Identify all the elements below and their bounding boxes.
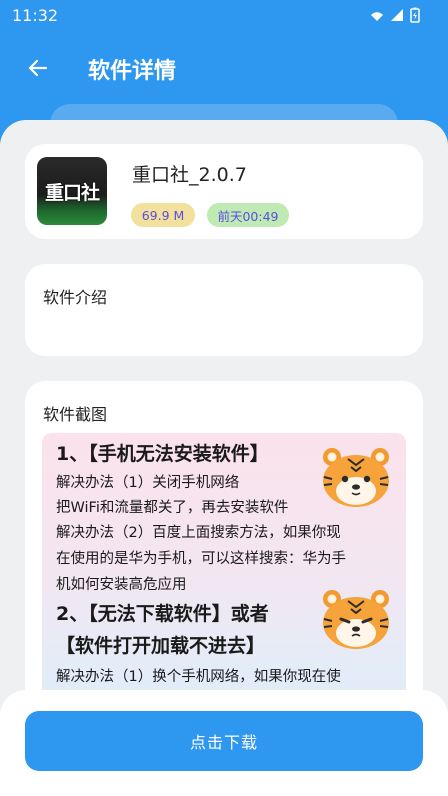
size-badge: 69.9 M (131, 203, 195, 227)
download-button[interactable]: 点击下载 (25, 711, 423, 771)
update-time-badge: 前天00:49 (207, 203, 289, 227)
screenshot-line-1: 解决办法（1）关闭手机网络 (56, 475, 240, 491)
screenshot-line-2: 把WiFi和流量都关了，再去安装软件 (56, 500, 289, 516)
status-icons (370, 7, 420, 23)
signal-icon (371, 12, 383, 21)
app-info-card: 重口社 重口社_2.0.7 69.9 M 前天00:49 (25, 144, 423, 239)
status-bar: 11:32 (0, 0, 448, 32)
screenshot-heading-3: 【软件打开加载不进去】 (56, 635, 266, 657)
app-icon: 重口社 (37, 157, 107, 225)
screenshot-line-5: 机如何安装高危应用 (56, 577, 187, 593)
screenshots-title: 软件截图 (43, 405, 108, 424)
intro-card: 软件介绍 (25, 264, 423, 356)
intro-title: 软件介绍 (43, 288, 108, 307)
status-time: 11:32 (12, 6, 59, 25)
tiger-icon (323, 590, 389, 649)
wifi-icon (391, 9, 403, 21)
arrow-left-icon (28, 59, 48, 77)
app-name: 重口社_2.0.7 (132, 164, 247, 186)
screenshot-image[interactable]: 1、【手机无法安装软件】 解决办法（1）关闭手机网络 把WiFi和流量都关了，再… (42, 433, 406, 701)
screenshot-line-4: 在使用的是华为手机，可以这样搜索：华为手 (56, 551, 346, 567)
bottom-action-bar: 点击下载 (0, 690, 448, 796)
screenshots-card: 软件截图 1、【手机无法安装软件】 解决办法（1）关闭手机网络 把WiFi和流量… (25, 381, 423, 701)
app-bar: 软件详情 (0, 40, 448, 96)
battery-icon (410, 7, 420, 23)
back-button[interactable] (22, 52, 54, 84)
screenshot-heading-1: 1、【手机无法安装软件】 (56, 443, 269, 465)
screenshot-line-3: 解决办法（2）百度上面搜索方法，如果你现 (56, 525, 341, 541)
screenshot-line-6: 解决办法（1）换个手机网络，如果你现在使 (56, 669, 341, 685)
tiger-icon (323, 448, 389, 507)
page-title: 软件详情 (88, 59, 177, 84)
screenshot-heading-2: 2、【无法下载软件】或者 (56, 603, 269, 625)
app-icon-logo: 重口社 (44, 181, 100, 204)
